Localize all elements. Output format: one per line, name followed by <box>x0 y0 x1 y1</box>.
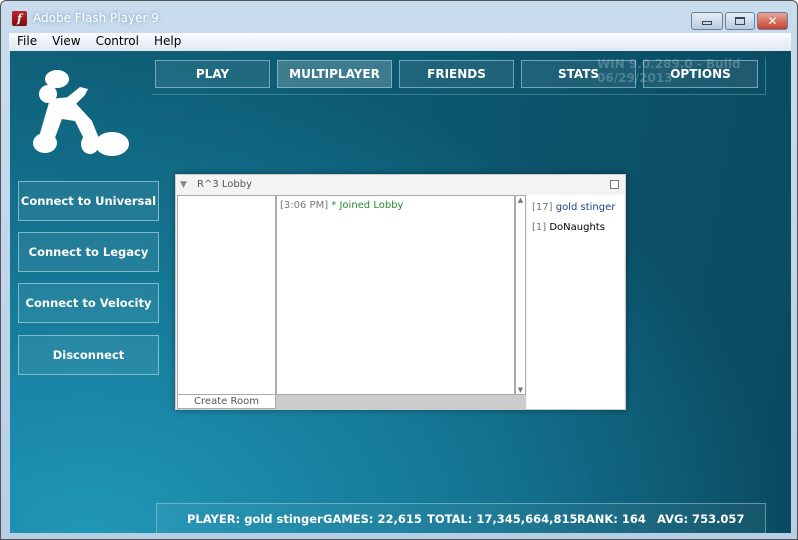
lobby-panel: ▼ R^3 Lobby Create Room [3:06 PM] * Join… <box>175 174 626 410</box>
chat-log: [3:06 PM] * Joined Lobby <box>276 195 515 395</box>
chat-message: * Joined Lobby <box>331 200 404 211</box>
menu-view[interactable]: View <box>44 33 87 48</box>
connect-universal-button[interactable]: Connect to Universal <box>18 181 159 221</box>
scroll-up-icon[interactable]: ▲ <box>516 196 525 204</box>
user-level: [1] <box>532 222 547 233</box>
scroll-down-icon[interactable]: ▼ <box>516 386 525 394</box>
connect-velocity-button[interactable]: Connect to Velocity <box>18 283 159 323</box>
menu-file[interactable]: File <box>9 33 44 48</box>
nav-play[interactable]: PLAY <box>155 60 270 88</box>
menu-help[interactable]: Help <box>146 33 188 48</box>
room-list[interactable] <box>177 195 276 395</box>
nav-multiplayer[interactable]: MULTIPLAYER <box>277 60 392 88</box>
maximize-panel-icon[interactable] <box>610 180 619 189</box>
disconnect-button[interactable]: Disconnect <box>18 335 159 375</box>
stat-total: TOTAL: 17,345,664,815 <box>427 512 578 526</box>
game-logo <box>33 70 129 156</box>
stat-games: GAMES: 22,615 <box>323 512 422 526</box>
collapse-triangle-icon[interactable]: ▼ <box>180 175 187 195</box>
nav-friends[interactable]: FRIENDS <box>399 60 514 88</box>
game-area: WIN 9.0.289.0 - Build 06/29/2013 PLAY MU… <box>10 51 791 533</box>
stat-avg: AVG: 753.057 <box>657 512 745 526</box>
close-button[interactable]: ✕ <box>757 12 788 30</box>
user-item[interactable]: [1] DoNaughts <box>532 218 619 238</box>
chat-input[interactable] <box>276 395 526 409</box>
user-item[interactable]: [17] gold stinger <box>532 198 619 218</box>
stat-rank: RANK: 164 <box>577 512 646 526</box>
stat-player: PLAYER: gold stinger <box>187 512 323 526</box>
user-name: DoNaughts <box>549 222 605 233</box>
user-name: gold stinger <box>555 202 616 213</box>
user-level: [17] <box>532 202 553 213</box>
lobby-header: ▼ R^3 Lobby <box>176 175 625 195</box>
nav-options[interactable]: OPTIONS <box>643 60 758 88</box>
chat-time: [3:06 PM] <box>280 200 329 211</box>
chat-scrollbar[interactable]: ▲ ▼ <box>515 195 526 395</box>
create-room-button[interactable]: Create Room <box>177 394 276 409</box>
minimize-button[interactable] <box>691 12 723 30</box>
close-icon: ✕ <box>767 14 778 28</box>
user-list: [17] gold stinger [1] DoNaughts <box>527 195 624 409</box>
window-title: Adobe Flash Player 9 <box>33 11 159 25</box>
connect-legacy-button[interactable]: Connect to Legacy <box>18 232 159 272</box>
player-stats-bar: PLAYER: gold stinger GAMES: 22,615 TOTAL… <box>156 503 766 533</box>
flash-icon: f <box>12 11 27 26</box>
window-frame: f Adobe Flash Player 9 ✕ File View Control… <box>0 0 798 540</box>
menu-bar: File View Control Help <box>9 33 791 51</box>
nav-stats[interactable]: STATS <box>521 60 636 88</box>
maximize-icon <box>735 17 745 25</box>
lobby-title: R^3 Lobby <box>197 179 252 190</box>
menu-control[interactable]: Control <box>88 33 146 48</box>
minimize-icon <box>702 21 712 25</box>
maximize-button[interactable] <box>725 12 755 30</box>
